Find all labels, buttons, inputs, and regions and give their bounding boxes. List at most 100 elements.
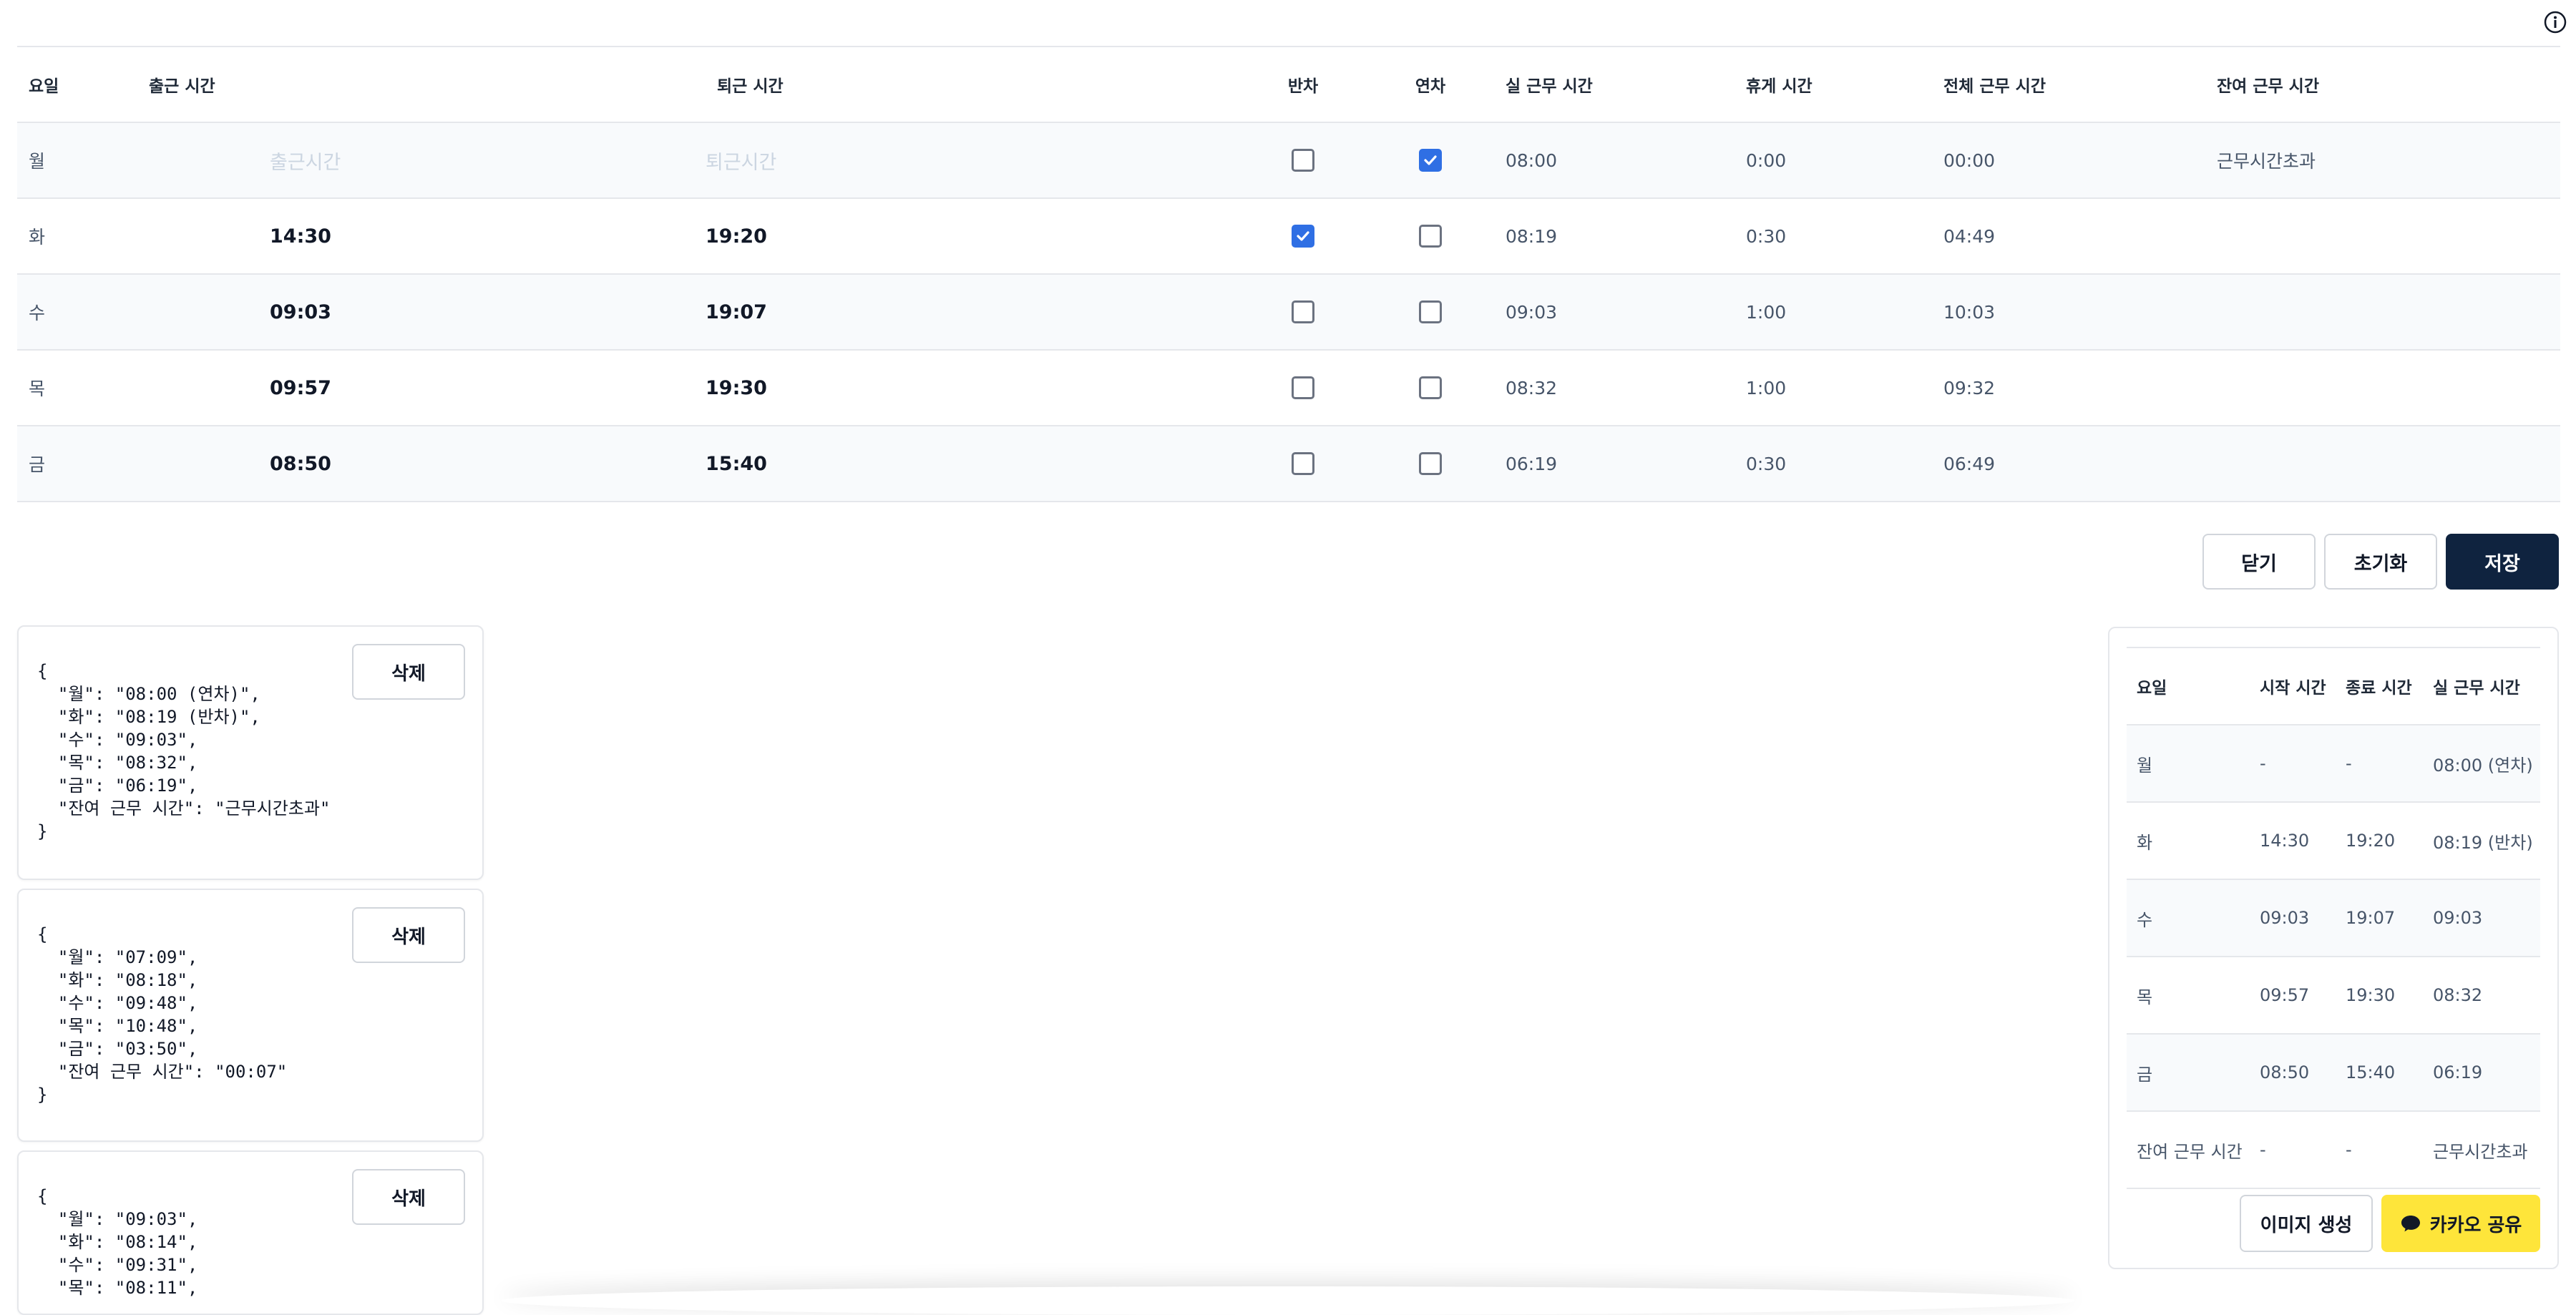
delete-button[interactable]: 삭제 [352, 644, 465, 700]
save-button[interactable]: 저장 [2446, 534, 2559, 590]
header-clock-in: 출근 시간 [137, 46, 706, 123]
clock-out-input[interactable]: 퇴근시간 [706, 122, 1239, 199]
day-cell: 화 [17, 198, 137, 275]
summary-end: 19:20 [2336, 802, 2423, 880]
clock-out-input[interactable]: 19:20 [706, 198, 1239, 275]
half-day-checkbox[interactable] [1292, 149, 1314, 172]
day-cell: 월 [17, 122, 137, 199]
clock-out-input[interactable]: 19:30 [706, 350, 1239, 426]
summary-row: 목 09:57 19:30 08:32 [2127, 957, 2540, 1035]
clock-in-input[interactable]: 09:57 [137, 350, 706, 426]
summary-row: 잔여 근무 시간 - - 근무시간초과 [2127, 1111, 2540, 1189]
summary-header-day: 요일 [2127, 647, 2250, 725]
summary-row: 월 - -08:00 (연차) [2127, 725, 2540, 803]
summary-start: 14:30 [2250, 802, 2336, 880]
total-work-cell: 09:32 [1932, 350, 2205, 426]
make-image-button[interactable]: 이미지 생성 [2240, 1195, 2373, 1252]
summary-day: 월 [2127, 725, 2250, 803]
saved-record-json: { "월": "08:00 (연차)", "화": "08:19 (반차)", … [37, 661, 331, 841]
summary-day: 금 [2127, 1034, 2250, 1112]
header-actual-work: 실 근무 시간 [1494, 46, 1735, 123]
total-work-cell: 04:49 [1932, 198, 2205, 275]
kakao-share-button[interactable]: 카카오 공유 [2381, 1195, 2540, 1252]
timesheet-table: 요일 출근 시간 퇴근 시간 반차 연차 실 근무 시간 휴게 시간 전체 근무… [17, 46, 2560, 502]
delete-button[interactable]: 삭제 [352, 1169, 465, 1225]
clock-out-input[interactable]: 19:07 [706, 274, 1239, 351]
annual-leave-checkbox[interactable] [1419, 149, 1442, 172]
summary-header-row: 요일 시작 시간 종료 시간 실 근무 시간 [2127, 647, 2540, 725]
chat-bubble-icon [2401, 1216, 2420, 1232]
annual-leave-checkbox[interactable] [1419, 376, 1442, 399]
summary-panel: 요일 시작 시간 종료 시간 실 근무 시간 월 - -08:00 (연차) 화 14… [2108, 627, 2559, 1269]
saved-record-card: { "월": "09:03", "화": "08:14", "수": "09:3… [17, 1150, 484, 1315]
remaining-cell [2205, 426, 2560, 502]
summary-start: 08:50 [2250, 1034, 2336, 1112]
summary-end: 15:40 [2336, 1034, 2423, 1112]
summary-row: 금 08:50 15:40 06:19 [2127, 1034, 2540, 1112]
summary-actual: 근무시간초과 [2423, 1111, 2540, 1189]
clock-in-input[interactable]: 08:50 [137, 426, 706, 502]
summary-end: - [2336, 1111, 2423, 1189]
actual-work-cell: 08:00 [1494, 122, 1735, 199]
info-icon[interactable] [2543, 10, 2567, 34]
summary-end: 19:30 [2336, 957, 2423, 1035]
summary-actual: 06:19 [2423, 1034, 2540, 1112]
header-clock-out: 퇴근 시간 [706, 46, 1239, 123]
table-row: 목 09:57 19:30 08:32 1:00 09:32 [17, 350, 2560, 426]
check-icon [1297, 231, 1309, 241]
summary-start: 09:03 [2250, 879, 2336, 957]
check-icon [1424, 155, 1437, 165]
remaining-cell [2205, 198, 2560, 275]
half-day-checkbox[interactable] [1292, 376, 1314, 399]
remaining-cell [2205, 350, 2560, 426]
annual-leave-checkbox[interactable] [1419, 225, 1442, 248]
total-work-cell: 10:03 [1932, 274, 2205, 351]
summary-start: 09:57 [2250, 957, 2336, 1035]
break-cell: 0:00 [1735, 122, 1932, 199]
summary-actual: 08:19 (반차) [2423, 802, 2540, 880]
summary-header-start: 시작 시간 [2250, 647, 2336, 725]
break-cell: 1:00 [1735, 274, 1932, 351]
summary-row: 수 09:03 19:07 09:03 [2127, 879, 2540, 957]
table-row: 월 출근시간 퇴근시간 08:00 0:00 00:00 근무시간초과 [17, 122, 2560, 199]
summary-actual: 08:32 [2423, 957, 2540, 1035]
annual-leave-checkbox[interactable] [1419, 300, 1442, 323]
summary-day: 목 [2127, 957, 2250, 1035]
half-day-checkbox[interactable] [1292, 300, 1314, 323]
clock-in-input[interactable]: 14:30 [137, 198, 706, 275]
reset-button[interactable]: 초기화 [2324, 534, 2437, 590]
summary-header-end: 종료 시간 [2336, 647, 2423, 725]
make-image-label: 이미지 생성 [2260, 1214, 2353, 1236]
header-half-day: 반차 [1239, 46, 1367, 123]
remaining-cell: 근무시간초과 [2205, 122, 2560, 199]
table-row: 화 14:30 19:20 08:19 0:30 04:49 [17, 198, 2560, 275]
header-total-work: 전체 근무 시간 [1932, 46, 2205, 123]
saved-record-card: { "월": "07:09", "화": "08:18", "수": "09:4… [17, 889, 484, 1142]
table-row: 수 09:03 19:07 09:03 1:00 10:03 [17, 274, 2560, 351]
actual-work-cell: 08:19 [1494, 198, 1735, 275]
summary-end: - [2336, 725, 2423, 803]
summary-day: 잔여 근무 시간 [2127, 1111, 2250, 1189]
saved-record-card: { "월": "08:00 (연차)", "화": "08:19 (반차)", … [17, 625, 484, 880]
close-button[interactable]: 닫기 [2202, 534, 2316, 590]
clock-out-input[interactable]: 15:40 [706, 426, 1239, 502]
actual-work-cell: 06:19 [1494, 426, 1735, 502]
day-cell: 수 [17, 274, 137, 351]
clock-in-input[interactable]: 출근시간 [137, 122, 706, 199]
break-cell: 0:30 [1735, 426, 1932, 502]
day-cell: 금 [17, 426, 137, 502]
delete-button[interactable]: 삭제 [352, 907, 465, 963]
saved-record-json: { "월": "07:09", "화": "08:18", "수": "09:4… [37, 924, 288, 1105]
timesheet-header-row: 요일 출근 시간 퇴근 시간 반차 연차 실 근무 시간 휴게 시간 전체 근무… [17, 46, 2560, 123]
clock-in-input[interactable]: 09:03 [137, 274, 706, 351]
remaining-cell [2205, 274, 2560, 351]
total-work-cell: 00:00 [1932, 122, 2205, 199]
half-day-checkbox[interactable] [1292, 452, 1314, 475]
half-day-checkbox[interactable] [1292, 225, 1314, 248]
table-row: 금 08:50 15:40 06:19 0:30 06:49 [17, 426, 2560, 502]
kakao-share-label: 카카오 공유 [2429, 1214, 2522, 1236]
actual-work-cell: 08:32 [1494, 350, 1735, 426]
summary-header-actual: 실 근무 시간 [2423, 647, 2540, 725]
header-day: 요일 [17, 46, 137, 123]
annual-leave-checkbox[interactable] [1419, 452, 1442, 475]
